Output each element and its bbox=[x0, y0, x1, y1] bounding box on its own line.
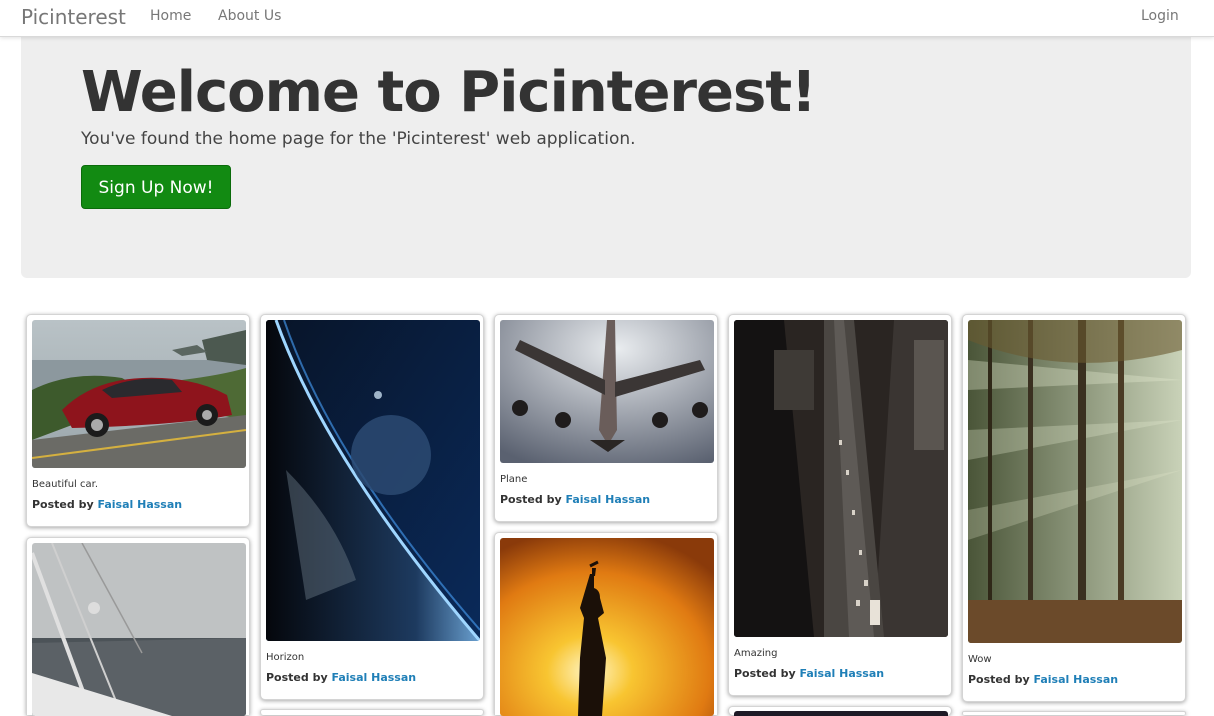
pin-card[interactable]: Horizon Posted by Faisal Hassan bbox=[260, 314, 484, 700]
navbar: Picinterest Home About Us Login bbox=[0, 0, 1214, 37]
author-link[interactable]: Faisal Hassan bbox=[565, 493, 650, 506]
pin-card[interactable]: Plane Posted by Faisal Hassan bbox=[494, 314, 718, 522]
pin-author-line: Posted by Faisal Hassan bbox=[32, 498, 182, 511]
pin-card[interactable] bbox=[26, 537, 250, 716]
posted-by-label: Posted by bbox=[266, 671, 328, 684]
pin-caption: Horizon bbox=[266, 652, 305, 663]
pin-image-statue[interactable] bbox=[500, 538, 714, 716]
pin-image-sailboat[interactable] bbox=[32, 543, 246, 716]
pin-caption: Plane bbox=[500, 474, 528, 485]
pin-caption: Wow bbox=[968, 654, 992, 665]
pin-image-forest[interactable] bbox=[968, 320, 1182, 643]
nav-about-link[interactable]: About Us bbox=[218, 8, 281, 24]
hero-banner: Welcome to Picinterest! You've found the… bbox=[21, 36, 1191, 278]
pin-author-line: Posted by Faisal Hassan bbox=[968, 673, 1118, 686]
author-link[interactable]: Faisal Hassan bbox=[331, 671, 416, 684]
pin-image-plane[interactable] bbox=[500, 320, 714, 463]
sign-up-button[interactable]: Sign Up Now! bbox=[81, 165, 231, 209]
posted-by-label: Posted by bbox=[968, 673, 1030, 686]
author-link[interactable]: Faisal Hassan bbox=[799, 667, 884, 680]
pin-image-horizon[interactable] bbox=[266, 320, 480, 641]
pin-card[interactable] bbox=[494, 532, 718, 716]
pin-card[interactable] bbox=[260, 709, 484, 715]
pin-author-line: Posted by Faisal Hassan bbox=[734, 667, 884, 680]
pin-author-line: Posted by Faisal Hassan bbox=[266, 671, 416, 684]
pin-caption: Beautiful car. bbox=[32, 479, 98, 490]
posted-by-label: Posted by bbox=[32, 498, 94, 511]
pin-card[interactable]: Wow Posted by Faisal Hassan bbox=[962, 314, 1186, 702]
nav-login-link[interactable]: Login bbox=[1141, 8, 1179, 24]
posted-by-label: Posted by bbox=[734, 667, 796, 680]
brand-logo[interactable]: Picinterest bbox=[21, 5, 126, 29]
pin-image-partial[interactable] bbox=[734, 711, 948, 716]
pin-card[interactable] bbox=[728, 706, 952, 716]
pin-caption: Amazing bbox=[734, 648, 778, 659]
hero-subtitle: You've found the home page for the 'Pici… bbox=[81, 129, 636, 149]
pin-card[interactable]: Amazing Posted by Faisal Hassan bbox=[728, 314, 952, 696]
author-link[interactable]: Faisal Hassan bbox=[97, 498, 182, 511]
pin-card[interactable] bbox=[962, 711, 1186, 715]
pin-author-line: Posted by Faisal Hassan bbox=[500, 493, 650, 506]
pin-card[interactable]: Beautiful car. Posted by Faisal Hassan bbox=[26, 314, 250, 527]
author-link[interactable]: Faisal Hassan bbox=[1033, 673, 1118, 686]
hero-title: Welcome to Picinterest! bbox=[81, 60, 817, 125]
posted-by-label: Posted by bbox=[500, 493, 562, 506]
nav-home-link[interactable]: Home bbox=[150, 8, 191, 24]
pin-image-car[interactable] bbox=[32, 320, 246, 468]
pin-image-city[interactable] bbox=[734, 320, 948, 637]
